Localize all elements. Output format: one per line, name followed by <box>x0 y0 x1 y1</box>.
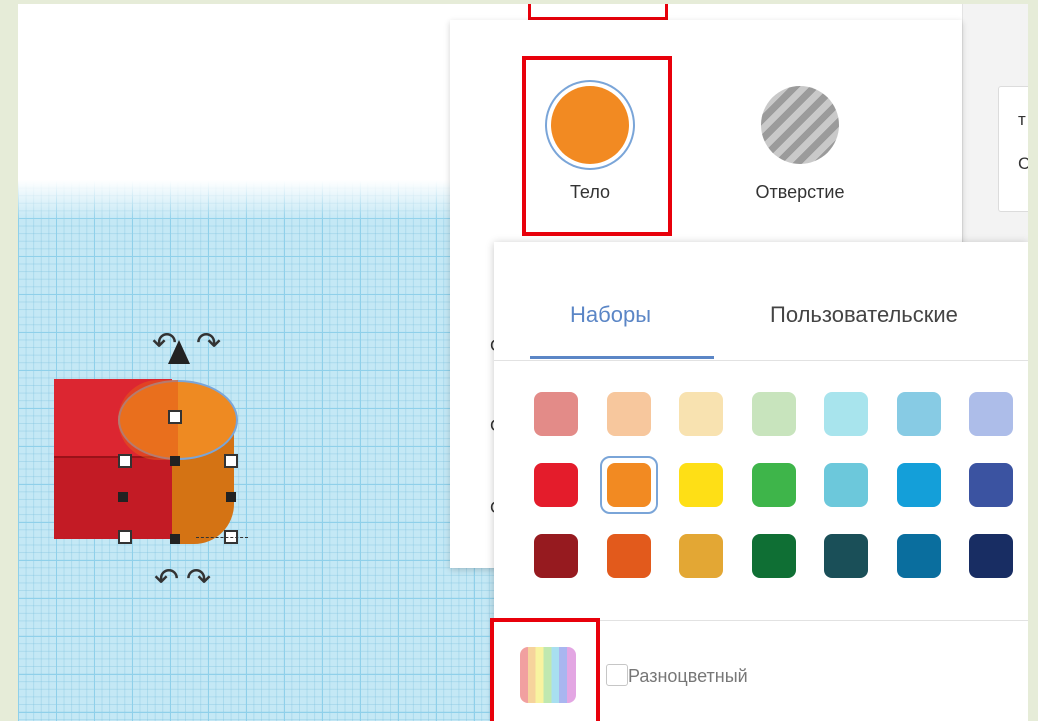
color-swatch[interactable] <box>751 534 796 578</box>
multicolor-label: Разноцветный <box>628 666 748 686</box>
color-swatch[interactable] <box>896 463 941 507</box>
color-swatch[interactable] <box>751 392 796 436</box>
color-swatch[interactable] <box>969 534 1013 578</box>
color-swatch[interactable] <box>824 534 868 578</box>
color-swatch[interactable] <box>969 463 1013 507</box>
workplane-fade <box>18 180 498 220</box>
color-swatch[interactable] <box>969 392 1013 436</box>
multicolor-highlight-frame <box>490 618 600 721</box>
right-card-text-1: т <box>1018 110 1026 129</box>
resize-handle-dot[interactable] <box>170 456 180 466</box>
multicolor-checkbox[interactable] <box>606 664 628 686</box>
top-panel-highlight <box>528 4 668 20</box>
color-swatch[interactable] <box>679 392 723 436</box>
rotate-arrow-bottom-right-icon[interactable]: ↷ <box>186 562 211 597</box>
tab-custom[interactable]: Пользовательские <box>770 302 958 328</box>
color-swatch[interactable] <box>606 392 651 436</box>
resize-handle-dot[interactable] <box>226 492 236 502</box>
color-swatch[interactable] <box>679 463 723 507</box>
color-swatch[interactable] <box>824 463 868 507</box>
hole-option[interactable]: Отверстие <box>730 60 870 203</box>
tab-divider <box>494 360 1028 361</box>
resize-handle-dot[interactable] <box>170 534 180 544</box>
right-card[interactable] <box>998 86 1028 212</box>
resize-handle[interactable] <box>118 530 132 544</box>
color-swatch[interactable] <box>606 534 651 578</box>
rotate-arrow-bottom-icon[interactable]: ↶ <box>154 562 179 597</box>
color-swatch[interactable] <box>534 534 578 578</box>
top-panel <box>450 4 962 21</box>
color-swatch[interactable] <box>896 534 941 578</box>
resize-handle[interactable] <box>118 454 132 468</box>
hole-circle-icon[interactable] <box>761 86 839 164</box>
dimension-line <box>196 537 248 538</box>
solid-highlight-frame <box>522 56 672 236</box>
tab-sets[interactable]: Наборы <box>570 302 651 328</box>
rotate-arrow-top-right-icon[interactable]: ↷ <box>196 326 221 361</box>
color-swatch[interactable] <box>896 392 941 436</box>
color-picker: Наборы Пользовательские Разноцветный <box>490 242 1028 721</box>
resize-handle[interactable] <box>168 410 182 424</box>
color-swatch[interactable] <box>679 534 723 578</box>
hole-label: Отверстие <box>755 182 845 202</box>
resize-handle-dot[interactable] <box>118 492 128 502</box>
app-window: ↶ ↷ ↶ ↷ т С Тело Отверстие С С С Наборы … <box>18 4 1028 721</box>
color-swatch[interactable] <box>599 456 658 514</box>
color-swatch[interactable] <box>824 392 868 436</box>
active-tab-underline <box>530 356 714 359</box>
red-box-front[interactable] <box>54 457 172 539</box>
right-card-text-2: С <box>1018 154 1028 173</box>
color-swatch[interactable] <box>534 463 578 507</box>
rotate-arrow-top-icon[interactable]: ↶ <box>152 326 177 361</box>
color-swatch[interactable] <box>534 392 578 436</box>
resize-handle[interactable] <box>224 454 238 468</box>
color-swatch[interactable] <box>751 463 796 507</box>
